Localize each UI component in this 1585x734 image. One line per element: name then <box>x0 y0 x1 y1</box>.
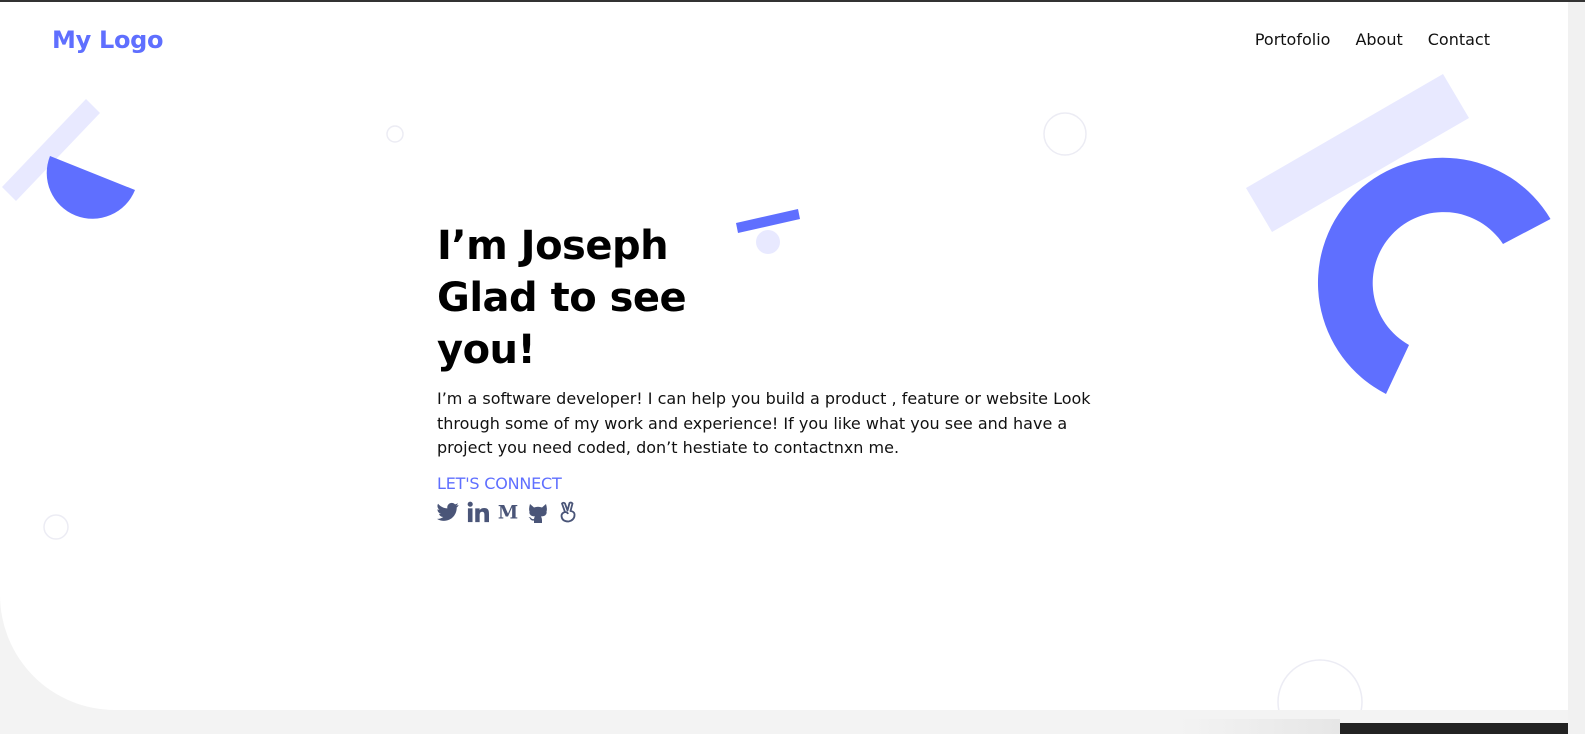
linkedin-icon[interactable] <box>467 500 489 524</box>
twitter-icon[interactable] <box>437 500 459 524</box>
lets-connect-label: LET'S CONNECT <box>437 473 562 493</box>
headline-line-3: you! <box>437 327 536 373</box>
window-top-border <box>0 0 1585 2</box>
site-logo[interactable]: My Logo <box>52 26 164 54</box>
bottom-shadow-strip <box>1180 719 1340 734</box>
headline-line-2: Glad to see <box>437 275 687 321</box>
hero-description: I’m a software developer! I can help you… <box>437 389 1091 457</box>
blue-arc-shape <box>1317 157 1551 394</box>
nav-link-portfolio[interactable]: Portofolio <box>1255 30 1331 49</box>
main-nav: Portofolio About Contact <box>1255 30 1490 49</box>
hero-content: I’m Joseph Glad to see you! I’m a softwa… <box>437 220 1127 524</box>
hero-section: My Logo Portofolio About Contact I’m Jos… <box>0 2 1568 710</box>
bottom-dark-strip <box>1340 723 1568 734</box>
social-links: M <box>437 500 1127 524</box>
outline-circle-bottom-right <box>1277 659 1363 710</box>
outline-circle-medium <box>1043 112 1087 156</box>
svg-text:M: M <box>498 502 518 522</box>
outline-circle-left-bottom <box>43 514 69 540</box>
headline-line-1: I’m Joseph <box>437 223 669 269</box>
nav-link-contact[interactable]: Contact <box>1428 30 1490 49</box>
github-icon[interactable] <box>527 500 549 524</box>
blue-semicircle-shape <box>46 156 136 219</box>
angellist-icon[interactable] <box>557 500 579 524</box>
hero-headline: I’m Joseph Glad to see you! <box>437 220 697 376</box>
scrollbar[interactable] <box>1568 2 1585 734</box>
medium-icon[interactable]: M <box>497 500 519 524</box>
outline-circle-small <box>386 125 404 143</box>
nav-link-about[interactable]: About <box>1355 30 1402 49</box>
